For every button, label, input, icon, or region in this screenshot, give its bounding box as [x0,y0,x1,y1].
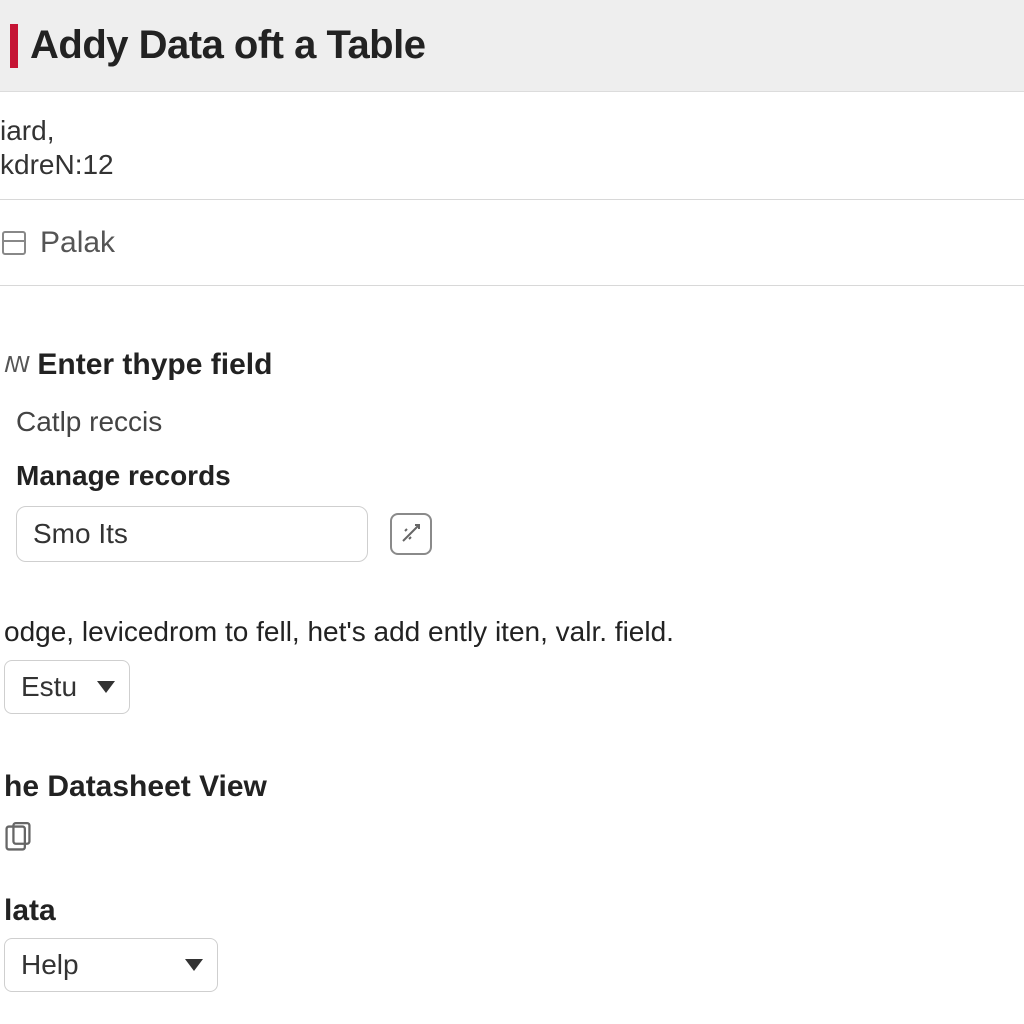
window-title: Addy Data oft a Table [30,23,425,68]
meta-block: iard, kdreN:12 [0,92,1024,200]
manage-records-input[interactable] [16,506,368,562]
help-select-value: Help [21,949,79,981]
help-select[interactable]: Help [4,938,218,992]
datasheet-view-label: he Datasheet View [4,770,1024,804]
data-section-label: lata [4,894,1024,928]
datasheet-icon [4,822,32,854]
meta-line-1: iard, [0,114,1024,148]
object-name: Palak [40,226,115,260]
estu-select[interactable]: Estu [4,660,130,714]
catlp-text: Catlp reccis [16,406,1024,438]
estu-select-value: Estu [21,671,77,703]
hint-glyph-icon: ꟿ [4,352,29,378]
wand-icon [399,521,423,548]
accent-bar [10,24,18,68]
content-area: iard, kdreN:12 Palak ꟿ Enter thype field… [0,92,1024,992]
table-icon [2,231,26,255]
chevron-down-icon [185,959,203,971]
meta-line-2: kdreN:12 [0,148,1024,182]
manage-records-label: Manage records [16,460,1024,492]
description-text: odge, levicedrom to fell, het's add entl… [4,616,1024,648]
builder-button[interactable] [390,513,432,555]
title-bar: Addy Data oft a Table [0,0,1024,92]
enter-field-row: ꟿ Enter thype field [4,348,1024,382]
manage-input-row [16,506,1024,562]
enter-field-label: Enter thype field [37,348,272,382]
object-row[interactable]: Palak [0,200,1024,286]
chevron-down-icon [97,681,115,693]
